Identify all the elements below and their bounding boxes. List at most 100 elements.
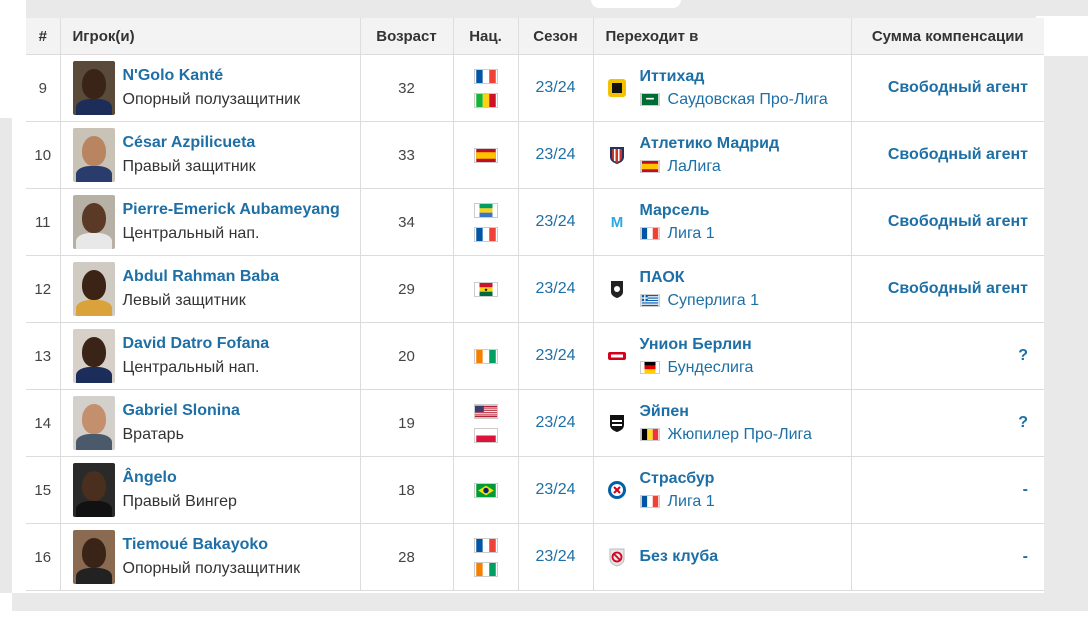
backdrop-top (26, 0, 1088, 18)
union-berlin-logo-icon[interactable] (606, 345, 628, 367)
header-num[interactable]: # (26, 18, 60, 55)
player-position: Правый Вингер (122, 493, 237, 510)
player-name-link[interactable]: César Azpilicueta (123, 134, 256, 152)
player-photo[interactable] (72, 329, 115, 383)
league-link[interactable]: Суперлига 1 (668, 292, 759, 310)
player-cell: César Azpilicueta Правый защитник (61, 128, 360, 182)
no-club-icon[interactable] (606, 546, 628, 568)
transfer-fee[interactable]: Свободный агент (850, 255, 1044, 323)
player-cell: Pierre-Emerick Aubameyang Центральный нап… (61, 195, 360, 249)
france-flag-icon (473, 226, 498, 242)
table-row: 14 Gabriel Slonina Вратарь 19 23/24 Эйпен… (26, 389, 1044, 457)
player-name-link[interactable]: Tiemoué Bakayoko (123, 536, 301, 554)
club-name-link[interactable]: ПАОК (640, 269, 759, 287)
player-name-link[interactable]: Abdul Rahman Baba (123, 268, 279, 286)
club-name-link[interactable]: Атлетико Мадрид (640, 135, 780, 153)
transfer-fee[interactable]: - (850, 456, 1044, 524)
player-cell: Ângelo Правый Вингер (61, 463, 360, 517)
player-name-link[interactable]: Ângelo (123, 469, 237, 487)
club-name-link[interactable]: Иттихад (640, 68, 828, 86)
table-row: 16 Tiemoué Bakayoko Опорный полузащитник … (26, 523, 1044, 591)
player-age: 33 (359, 121, 453, 189)
transfer-fee[interactable]: ? (850, 322, 1044, 390)
header-destination[interactable]: Переходит в (592, 18, 851, 55)
player-photo[interactable] (72, 463, 115, 517)
header-nationality[interactable]: Нац. (452, 18, 518, 55)
eupen-logo-icon[interactable] (606, 412, 628, 434)
season-link[interactable]: 23/24 (517, 322, 593, 390)
header-player[interactable]: Игрок(и) (59, 18, 360, 55)
player-cell: Tiemoué Bakayoko Опорный полузащитник (61, 530, 360, 584)
paok-logo-icon[interactable] (606, 278, 628, 300)
club-name-link[interactable]: Эйпен (640, 403, 812, 421)
player-photo[interactable] (72, 128, 115, 182)
poland-flag-icon (473, 427, 498, 443)
player-age: 28 (359, 523, 453, 591)
strasbourg-logo-icon[interactable] (606, 479, 628, 501)
transfer-fee[interactable]: Свободный агент (850, 121, 1044, 189)
ivory-coast-flag-icon (473, 348, 498, 364)
belgium-flag-icon (639, 428, 660, 441)
club-name-link[interactable]: Страсбур (640, 470, 715, 488)
table-row: 12 Abdul Rahman Baba Левый защитник 29 23… (26, 255, 1044, 323)
row-number: 13 (26, 322, 60, 390)
atletico-madrid-logo-icon[interactable] (606, 144, 628, 166)
transfer-fee[interactable]: Свободный агент (850, 188, 1044, 256)
player-name-link[interactable]: Gabriel Slonina (123, 402, 240, 420)
ittihad-logo-icon[interactable] (606, 77, 628, 99)
season-link[interactable]: 23/24 (517, 121, 593, 189)
season-link[interactable]: 23/24 (517, 54, 593, 122)
header-age[interactable]: Возраст (359, 18, 453, 55)
league-link[interactable]: ЛаЛига (668, 158, 721, 176)
gabon-flag-icon (473, 202, 498, 218)
row-number: 14 (26, 389, 60, 457)
player-position: Центральный нап. (122, 225, 260, 242)
season-link[interactable]: 23/24 (517, 389, 593, 457)
season-link[interactable]: 23/24 (517, 188, 593, 256)
transfer-fee[interactable]: Свободный агент (850, 54, 1044, 122)
league-link[interactable]: Лига 1 (668, 225, 715, 243)
player-position: Вратарь (122, 426, 184, 443)
season-link[interactable]: 23/24 (517, 255, 593, 323)
transfers-table-card: # Игрок(и) Возраст Нац. Сезон Переходит … (26, 18, 1044, 593)
player-name-link[interactable]: David Datro Fofana (123, 335, 270, 353)
player-cell: N'Golo Kanté Опорный полузащитник (61, 61, 360, 115)
player-position: Левый защитник (122, 292, 246, 309)
row-number: 9 (26, 54, 60, 122)
ghana-flag-icon (473, 281, 498, 297)
season-link[interactable]: 23/24 (517, 456, 593, 524)
marseille-logo-icon[interactable]: M (606, 211, 628, 233)
greece-flag-icon (639, 294, 660, 307)
league-link[interactable]: Бундеслига (668, 359, 754, 377)
player-photo[interactable] (72, 195, 115, 249)
header-season[interactable]: Сезон (517, 18, 593, 55)
spain-flag-icon (639, 160, 660, 173)
header-fee[interactable]: Сумма компенсации (850, 18, 1044, 55)
club-name-link[interactable]: Унион Берлин (640, 336, 754, 354)
transfer-fee[interactable]: ? (850, 389, 1044, 457)
player-photo[interactable] (72, 61, 115, 115)
player-photo[interactable] (72, 530, 115, 584)
backdrop-right (1044, 56, 1088, 610)
germany-flag-icon (639, 361, 660, 374)
brazil-flag-icon (473, 482, 498, 498)
france-flag-icon (639, 495, 660, 508)
player-cell: David Datro Fofana Центральный нап. (61, 329, 360, 383)
season-link[interactable]: 23/24 (517, 523, 593, 591)
player-age: 19 (359, 389, 453, 457)
club-name-link[interactable]: Марсель (640, 202, 715, 220)
league-link[interactable]: Жюпилер Про-Лига (668, 426, 812, 444)
player-photo[interactable] (72, 262, 115, 316)
saudi-flag-icon (639, 93, 660, 106)
player-name-link[interactable]: Pierre-Emerick Aubameyang (123, 201, 340, 219)
player-position: Опорный полузащитник (122, 560, 301, 577)
player-age: 18 (359, 456, 453, 524)
league-link[interactable]: Саудовская Про-Лига (668, 91, 828, 109)
table-header-row: # Игрок(и) Возраст Нац. Сезон Переходит … (26, 18, 1044, 55)
player-photo[interactable] (72, 396, 115, 450)
transfer-fee[interactable]: - (850, 523, 1044, 591)
league-link[interactable]: Лига 1 (668, 493, 715, 511)
player-name-link[interactable]: N'Golo Kanté (123, 67, 301, 85)
club-name-link[interactable]: Без клуба (640, 548, 719, 566)
france-flag-icon (639, 227, 660, 240)
